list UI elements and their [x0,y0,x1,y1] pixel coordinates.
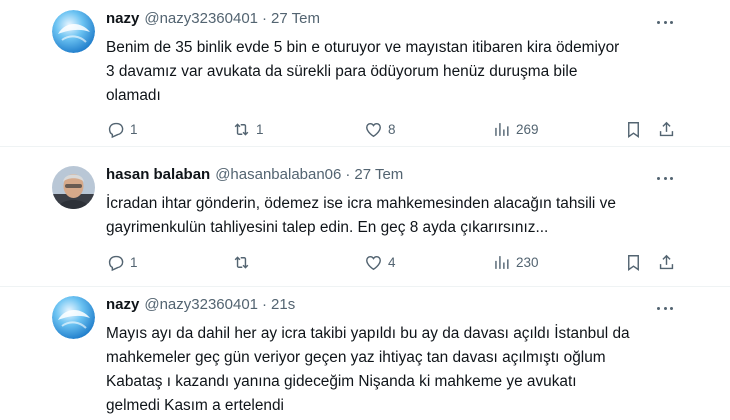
tweet-text-line: gayrimenkulün tahliyesini talep edin. En… [106,219,549,236]
tweet-text-line: Kabataş ı kazandı yanına gideceğim Nişan… [106,373,577,390]
bookmark-button[interactable] [624,119,643,139]
tweet[interactable]: hasan balaban @hasanbalaban06 · 27 Tem İ… [0,146,730,286]
bookmark-icon [628,254,639,271]
retweet-icon [234,255,249,269]
separator: · [262,296,268,313]
author-name[interactable]: hasan balaban [106,166,210,183]
tweet-actions: 1 1 8 269 [106,119,674,139]
more-icon[interactable] [652,168,678,188]
reply-icon [108,122,124,138]
reply-button[interactable]: 1 [106,119,138,139]
author-handle[interactable]: @hasanbalaban06 [215,166,341,183]
share-button[interactable] [657,252,676,272]
tweet-text-line: mahkemeler geç gün veriyor geçen yaz iht… [106,349,606,366]
tweet-text: Benim de 35 binlik evde 5 bin e oturuyor… [106,36,706,108]
tweet-text-line: olamadı [106,87,161,104]
views-icon [495,255,509,269]
views-button[interactable]: 269 [492,119,539,139]
bookmark-button[interactable] [624,252,643,272]
tweet-text: İcradan ihtar gönderin, ödemez ise icra … [106,192,706,240]
more-icon[interactable] [652,12,678,32]
avatar[interactable] [52,296,95,339]
retweet-button[interactable] [232,252,256,272]
reply-icon [108,255,124,271]
timestamp[interactable]: 27 Tem [271,10,320,27]
tweet-text-line: Benim de 35 binlik evde 5 bin e oturuyor… [106,39,620,56]
like-count: 8 [388,121,396,137]
author-handle[interactable]: @nazy32360401 [144,10,258,27]
reply-count: 1 [130,121,138,137]
views-count: 269 [516,121,539,137]
retweet-icon [234,122,249,136]
more-icon[interactable] [652,298,678,318]
views-button[interactable]: 230 [492,252,539,272]
author-name[interactable]: nazy [106,10,139,27]
separator: · [345,166,351,183]
author-name[interactable]: nazy [106,296,139,313]
separator: · [262,10,268,27]
like-button[interactable]: 8 [364,119,396,139]
retweet-count: 1 [256,121,264,137]
views-count: 230 [516,254,539,270]
heart-icon [366,122,381,137]
author-handle[interactable]: @nazy32360401 [144,296,258,313]
tweet-text-line: 3 davamız var avukata da sürekli para öd… [106,63,578,80]
bookmark-icon [628,121,639,138]
share-icon [659,121,674,136]
like-button[interactable]: 4 [364,252,396,272]
share-icon [659,254,674,269]
avatar[interactable] [52,166,95,209]
views-icon [495,122,509,136]
timestamp[interactable]: 21s [271,296,295,313]
reply-button[interactable]: 1 [106,252,138,272]
tweet-text: Mayıs ayı da dahil her ay icra takibi ya… [106,322,706,418]
timestamp[interactable]: 27 Tem [354,166,403,183]
tweet-text-line: İcradan ihtar gönderin, ödemez ise icra … [106,195,616,212]
share-button[interactable] [657,119,676,139]
tweet[interactable]: nazy @nazy32360401 · 27 Tem Benim de 35 … [0,0,730,146]
avatar[interactable] [52,10,95,53]
like-count: 4 [388,254,396,270]
tweet-actions: 1 4 230 [106,252,674,272]
retweet-button[interactable]: 1 [232,119,264,139]
tweet-text-line: gelmedi Kasım a ertelendi [106,397,284,414]
tweet-text-line: Mayıs ayı da dahil her ay icra takibi ya… [106,325,630,342]
heart-icon [366,255,381,270]
reply-count: 1 [130,254,138,270]
